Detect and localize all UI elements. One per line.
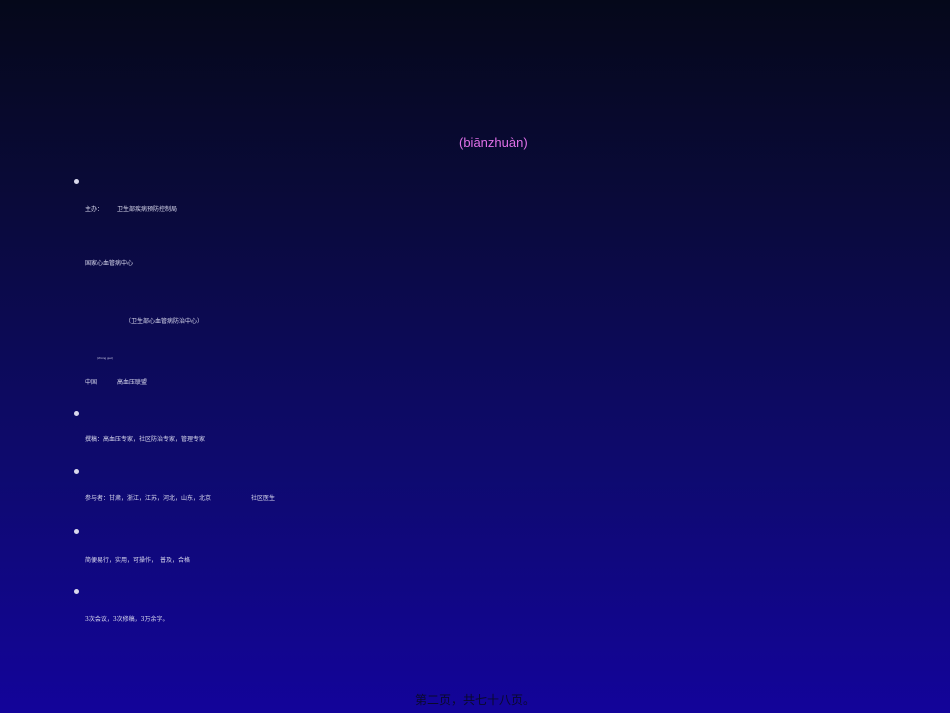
center-sub-line: （卫生部心血管病防治中心） bbox=[125, 318, 204, 325]
bullet-point bbox=[74, 411, 79, 416]
meetings-line: 3次会议，3次修稿，3万余字。 bbox=[85, 616, 169, 623]
bullet-point bbox=[74, 529, 79, 534]
bullet-point bbox=[74, 179, 79, 184]
host-label: 主办： bbox=[85, 206, 104, 213]
slide: (biānzhuàn) 主办： 卫生部疾病预防控制局 国家心血管病中心 （卫生部心… bbox=[0, 0, 950, 713]
league-line: 中国 高血压联盟 bbox=[85, 377, 147, 386]
host-line: 主办： 卫生部疾病预防控制局 bbox=[85, 204, 177, 213]
slide-title-pinyin: (biānzhuàn) bbox=[459, 135, 528, 150]
writers-line: 撰稿：高血压专家，社区防治专家，管理专家 bbox=[85, 436, 206, 443]
principles-line: 简便易行，实用，可操作， 普及，合格 bbox=[85, 557, 191, 564]
china-label: 中国 bbox=[85, 379, 98, 386]
participants-left: 参与者：甘肃，浙江，江苏，河北，山东，北京 bbox=[85, 495, 212, 502]
page-number-footer: 第二页，共七十八页。 bbox=[414, 693, 535, 707]
host-org: 卫生部疾病预防控制局 bbox=[117, 206, 178, 213]
center-line: 国家心血管病中心 bbox=[85, 260, 134, 267]
participants-line: 参与者：甘肃，浙江，江苏，河北，山东，北京 社区医生 bbox=[85, 493, 275, 502]
participants-right: 社区医生 bbox=[251, 495, 276, 502]
bullet-point bbox=[74, 589, 79, 594]
bullet-point bbox=[74, 469, 79, 474]
ruby-annotation: (zhōng guó) bbox=[97, 356, 114, 360]
league-label: 高血压联盟 bbox=[117, 379, 148, 386]
